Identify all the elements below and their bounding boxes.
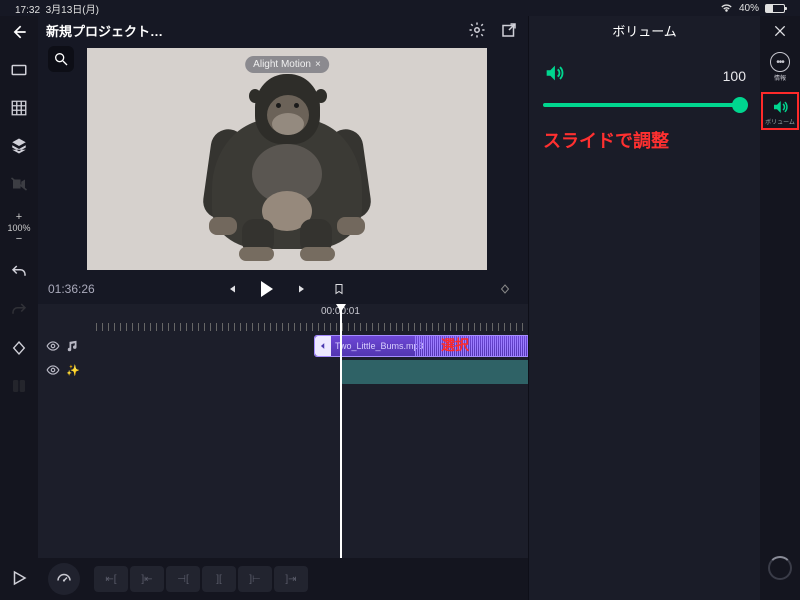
skip-start-icon[interactable] bbox=[218, 283, 244, 295]
volume-slider[interactable] bbox=[543, 103, 746, 107]
skip-end-icon[interactable] bbox=[290, 283, 316, 295]
status-date: 3月13日(月) bbox=[46, 5, 99, 16]
panel-title: ボリューム bbox=[529, 16, 760, 44]
aspect-ratio-icon[interactable] bbox=[9, 60, 29, 80]
info-button[interactable]: ••• 情報 bbox=[770, 52, 790, 82]
export-icon[interactable] bbox=[498, 19, 520, 41]
timecode: 01:36:26 bbox=[48, 282, 208, 296]
speed-button[interactable] bbox=[48, 563, 80, 595]
time-ruler[interactable]: 00:00:01 bbox=[96, 304, 528, 334]
track-head-audio[interactable] bbox=[38, 334, 96, 358]
trim-end-button[interactable]: ]⇥ bbox=[274, 566, 308, 592]
camera-off-icon[interactable] bbox=[9, 174, 29, 194]
keyframe-icon[interactable] bbox=[9, 338, 29, 358]
clip-handle-left[interactable] bbox=[315, 336, 331, 356]
back-icon[interactable] bbox=[9, 22, 29, 42]
slider-thumb[interactable] bbox=[732, 97, 748, 113]
audio-clip-name: Two_Little_Bums.mp3 bbox=[331, 341, 428, 351]
gorilla-illustration bbox=[197, 69, 377, 249]
split-left-button[interactable]: ⊣[ bbox=[166, 566, 200, 592]
undo-icon[interactable] bbox=[9, 262, 29, 282]
project-title: 新規プロジェクト… bbox=[46, 21, 456, 40]
magnify-button[interactable] bbox=[48, 46, 74, 72]
play-button[interactable] bbox=[254, 281, 280, 297]
battery-icon bbox=[765, 4, 785, 13]
volume-tab-button[interactable]: ボリューム bbox=[761, 92, 799, 130]
tool-disabled-icon bbox=[9, 376, 29, 396]
split-right-button[interactable]: ]⊢ bbox=[238, 566, 272, 592]
wifi-icon bbox=[720, 4, 733, 13]
playhead[interactable] bbox=[340, 304, 342, 558]
redo-icon[interactable] bbox=[9, 300, 29, 320]
sparkle-icon: ✨ bbox=[66, 364, 80, 377]
battery-percent: 40% bbox=[739, 3, 759, 14]
volume-value: 100 bbox=[723, 68, 746, 84]
track-head-video[interactable]: ✨ bbox=[38, 358, 96, 382]
volume-icon[interactable] bbox=[543, 62, 565, 89]
preview-canvas[interactable]: Alight Motion× bbox=[87, 48, 487, 270]
select-annotation: 選択 bbox=[441, 335, 469, 355]
eye-icon[interactable] bbox=[46, 363, 60, 377]
diamond-icon[interactable] bbox=[492, 283, 518, 295]
split-button[interactable]: ][ bbox=[202, 566, 236, 592]
play-outline-icon[interactable] bbox=[9, 568, 29, 588]
zoom-value: 100% bbox=[7, 223, 30, 233]
trim-in-button[interactable]: ]⇤ bbox=[130, 566, 164, 592]
zoom-control[interactable]: + 100% − bbox=[7, 212, 30, 244]
music-note-icon bbox=[66, 339, 80, 353]
video-clip[interactable] bbox=[340, 360, 528, 384]
close-icon[interactable] bbox=[769, 20, 791, 42]
slider-annotation: スライドで調整 bbox=[543, 127, 746, 153]
timeline[interactable]: ✨ 00:00:01 Two_Little_Bums.mp3 選択 bbox=[38, 304, 528, 558]
settings-icon[interactable] bbox=[466, 19, 488, 41]
grid-icon[interactable] bbox=[9, 98, 29, 118]
trim-start-button[interactable]: ⇤[ bbox=[94, 566, 128, 592]
layers-icon[interactable] bbox=[9, 136, 29, 156]
audio-clip[interactable]: Two_Little_Bums.mp3 bbox=[314, 335, 528, 357]
eye-icon[interactable] bbox=[46, 339, 60, 353]
loading-spinner-icon bbox=[768, 556, 792, 580]
bookmark-icon[interactable] bbox=[326, 283, 352, 295]
status-time: 17:32 bbox=[15, 5, 40, 16]
